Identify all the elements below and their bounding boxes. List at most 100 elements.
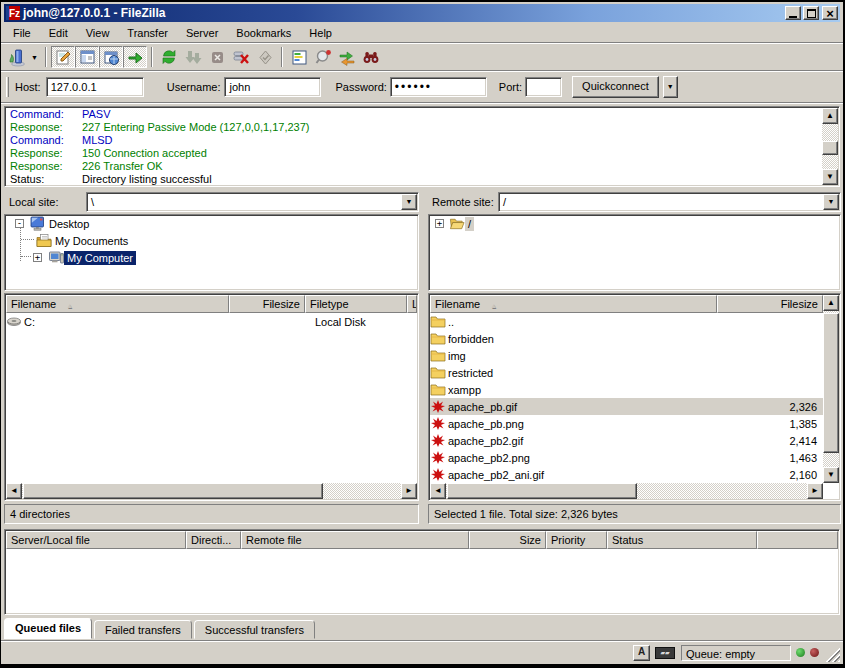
site-manager-dropdown[interactable]: ▼ bbox=[28, 46, 41, 68]
column-header-status[interactable]: Status bbox=[607, 531, 757, 549]
file-row[interactable]: img bbox=[430, 347, 823, 364]
expand-icon[interactable]: + bbox=[435, 219, 444, 228]
toggle-transfer-queue-button[interactable] bbox=[123, 46, 147, 68]
toggle-remote-tree-button[interactable] bbox=[99, 46, 123, 68]
expand-icon[interactable]: + bbox=[33, 253, 42, 262]
combo-dropdown-icon[interactable]: ▼ bbox=[401, 194, 417, 210]
remote-hscrollbar[interactable]: ◄ ► bbox=[430, 483, 823, 499]
menu-help[interactable]: Help bbox=[300, 25, 341, 41]
menu-view[interactable]: View bbox=[77, 25, 119, 41]
directory-listing-filters-button[interactable] bbox=[287, 46, 311, 68]
scroll-right-button[interactable]: ► bbox=[807, 483, 823, 499]
reconnect-button[interactable] bbox=[253, 46, 277, 68]
toggle-local-tree-button[interactable] bbox=[75, 46, 99, 68]
folder-icon bbox=[430, 382, 446, 397]
toolbar-separator bbox=[45, 47, 47, 67]
scroll-up-button[interactable]: ▲ bbox=[823, 295, 839, 311]
menu-file[interactable]: File bbox=[4, 25, 40, 41]
site-manager-button[interactable] bbox=[4, 46, 28, 68]
password-input[interactable]: •••••• bbox=[390, 77, 487, 97]
maximize-button[interactable] bbox=[803, 6, 819, 20]
menu-bookmarks[interactable]: Bookmarks bbox=[227, 25, 300, 41]
cancel-icon bbox=[209, 49, 226, 66]
directory-comparison-button[interactable] bbox=[311, 46, 335, 68]
scroll-down-button[interactable]: ▼ bbox=[822, 169, 838, 185]
file-row[interactable]: restricted bbox=[430, 364, 823, 381]
file-name: .. bbox=[446, 316, 454, 328]
column-header-filename[interactable]: Filename▲ bbox=[6, 295, 229, 313]
tab-queued-files[interactable]: Queued files bbox=[4, 618, 92, 639]
local-hscrollbar[interactable]: ◄ ► bbox=[6, 483, 417, 499]
column-header-filesize[interactable]: Filesize bbox=[717, 295, 823, 313]
local-site-combo[interactable]: \ ▼ bbox=[86, 192, 419, 212]
column-header-priority[interactable]: Priority bbox=[546, 531, 607, 549]
file-name: xampp bbox=[446, 384, 481, 396]
refresh-button[interactable] bbox=[157, 46, 181, 68]
column-header-size[interactable]: Size bbox=[469, 531, 546, 549]
file-row-c-drive[interactable]: C: Local Disk bbox=[6, 313, 417, 330]
quickconnect-button[interactable]: Quickconnect bbox=[572, 76, 659, 98]
file-row[interactable]: forbidden bbox=[430, 330, 823, 347]
cancel-operation-button[interactable] bbox=[205, 46, 229, 68]
column-header-remote-file[interactable]: Remote file bbox=[241, 531, 469, 549]
file-row[interactable]: apache_pb.png1,385 bbox=[430, 415, 823, 432]
column-header-server-local-file[interactable]: Server/Local file bbox=[6, 531, 186, 549]
minimize-button[interactable] bbox=[785, 6, 801, 20]
scroll-left-button[interactable]: ◄ bbox=[6, 483, 22, 499]
toggle-message-log-button[interactable] bbox=[51, 46, 75, 68]
close-button[interactable]: × bbox=[822, 6, 838, 20]
remote-site-combo[interactable]: / ▼ bbox=[498, 192, 841, 212]
file-row[interactable]: .. bbox=[430, 313, 823, 330]
disconnect-button[interactable] bbox=[229, 46, 253, 68]
tree-connector bbox=[21, 256, 31, 257]
scroll-thumb[interactable] bbox=[23, 483, 323, 499]
local-tree[interactable]: - Desktop My Documents bbox=[4, 214, 419, 291]
tab-failed-transfers[interactable]: Failed transfers bbox=[94, 620, 192, 639]
file-row[interactable]: apache_pb2.png1,463 bbox=[430, 449, 823, 466]
speed-limit-icon: ▰▰ bbox=[655, 647, 675, 659]
scroll-right-button[interactable]: ► bbox=[401, 483, 417, 499]
column-header-filesize[interactable]: Filesize bbox=[229, 295, 305, 313]
host-input[interactable]: 127.0.0.1 bbox=[46, 77, 144, 97]
scroll-down-button[interactable]: ▼ bbox=[823, 467, 839, 483]
scroll-left-button[interactable]: ◄ bbox=[430, 483, 446, 499]
synchronized-browsing-button[interactable] bbox=[335, 46, 359, 68]
file-row-selected[interactable]: apache_pb.gif2,326 bbox=[430, 398, 823, 415]
combo-dropdown-icon[interactable]: ▼ bbox=[823, 194, 839, 210]
log-scrollbar[interactable]: ▲ ▼ bbox=[822, 108, 838, 185]
menu-edit[interactable]: Edit bbox=[40, 25, 77, 41]
tab-successful-transfers[interactable]: Successful transfers bbox=[194, 620, 315, 639]
remote-site-label: Remote site: bbox=[428, 196, 498, 208]
menu-transfer[interactable]: Transfer bbox=[118, 25, 177, 41]
file-row[interactable]: apache_pb2.gif2,414 bbox=[430, 432, 823, 449]
quickconnect-dropdown[interactable]: ▼ bbox=[663, 76, 678, 98]
queue-tabs: Queued files Failed transfers Successful… bbox=[4, 618, 317, 639]
status-bar: A ▰▰ Queue: empty bbox=[4, 643, 840, 662]
tree-item-root[interactable]: / bbox=[465, 217, 474, 231]
column-header-lastmodified[interactable]: L bbox=[407, 295, 417, 313]
remote-vscrollbar[interactable]: ▲ ▼ bbox=[823, 295, 839, 483]
menu-server[interactable]: Server bbox=[177, 25, 227, 41]
column-header-filename[interactable]: Filename▲ bbox=[430, 295, 717, 313]
comparison-icon bbox=[314, 48, 332, 66]
column-header-direction[interactable]: Directi... bbox=[186, 531, 241, 549]
remote-tree[interactable]: + / bbox=[428, 214, 841, 291]
port-input[interactable] bbox=[525, 77, 562, 97]
find-files-button[interactable] bbox=[359, 46, 383, 68]
file-row[interactable]: apache_pb2_ani.gif2,160 bbox=[430, 466, 823, 483]
scroll-up-button[interactable]: ▲ bbox=[822, 108, 838, 124]
scroll-thumb[interactable] bbox=[447, 483, 637, 499]
process-queue-button[interactable] bbox=[181, 46, 205, 68]
file-row[interactable]: xampp bbox=[430, 381, 823, 398]
scroll-thumb[interactable] bbox=[823, 313, 839, 453]
column-header-filetype[interactable]: Filetype bbox=[305, 295, 407, 313]
folder-icon bbox=[430, 331, 446, 346]
tree-item-desktop[interactable]: Desktop bbox=[46, 217, 92, 231]
tree-item-my-documents[interactable]: My Documents bbox=[52, 234, 131, 248]
message-log: Command:PASV Response:227 Entering Passi… bbox=[4, 106, 840, 187]
username-input[interactable]: john bbox=[224, 77, 321, 97]
resize-grip[interactable] bbox=[826, 648, 840, 662]
remote-tree-icon bbox=[103, 49, 120, 66]
scroll-thumb[interactable] bbox=[822, 141, 838, 155]
tree-item-my-computer[interactable]: My Computer bbox=[64, 251, 136, 265]
